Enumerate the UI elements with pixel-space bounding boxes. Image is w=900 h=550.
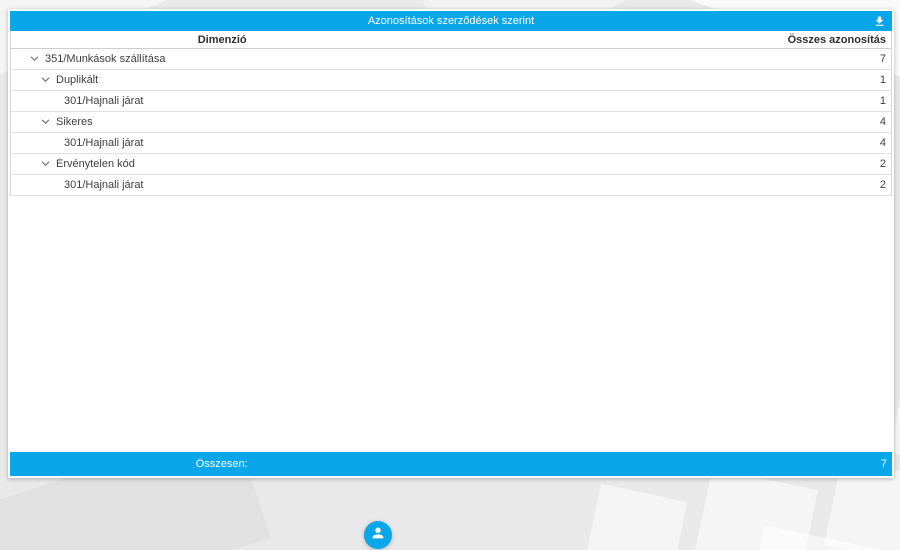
row-label: Érvénytelen kód [50, 158, 135, 170]
chevron-down-icon[interactable] [29, 54, 39, 64]
panel-empty-area [10, 196, 892, 452]
row-label: 301/Hajnali járat [11, 95, 144, 107]
row-label: Duplikált [50, 74, 98, 86]
report-title: Azonosítások szerződések szerint [368, 15, 534, 27]
row-value: 1 [433, 95, 891, 107]
report-panel: Azonosítások szerződések szerint Dimenzi… [8, 9, 894, 478]
tree-table: Dimenzió Összes azonosítás 351/Munkások … [10, 31, 892, 196]
footer-total-value: 7 [433, 458, 892, 470]
table-row[interactable]: 351/Munkások szállítása 7 [11, 49, 891, 70]
column-header-dimension: Dimenzió [11, 34, 433, 46]
table-row: 301/Hajnali járat 1 [11, 91, 891, 112]
chevron-down-icon[interactable] [40, 117, 50, 127]
table-row: 301/Hajnali járat 4 [11, 133, 891, 154]
row-value: 2 [433, 158, 891, 170]
row-label: 301/Hajnali járat [11, 179, 144, 191]
footer-total-label: Összesen: [10, 458, 433, 470]
row-value: 2 [433, 179, 891, 191]
table-row[interactable]: Sikeres 4 [11, 112, 891, 133]
column-header-total: Összes azonosítás [433, 34, 891, 46]
table-row[interactable]: Duplikált 1 [11, 70, 891, 91]
row-label: 301/Hajnali járat [11, 137, 144, 149]
row-value: 1 [433, 74, 891, 86]
download-button[interactable] [871, 14, 887, 29]
chevron-down-icon[interactable] [40, 75, 50, 85]
table-row[interactable]: Érvénytelen kód 2 [11, 154, 891, 175]
row-value: 4 [433, 137, 891, 149]
row-label: Sikeres [50, 116, 93, 128]
row-value: 7 [433, 53, 891, 65]
report-title-bar: Azonosítások szerződések szerint [10, 11, 892, 31]
background-map-block [585, 484, 688, 550]
table-row: 301/Hajnali járat 2 [11, 175, 891, 196]
user-button[interactable] [364, 521, 392, 549]
user-icon [370, 525, 386, 546]
table-footer-bar: Összesen: 7 [10, 452, 892, 476]
chevron-down-icon[interactable] [40, 159, 50, 169]
table-header-row: Dimenzió Összes azonosítás [11, 31, 891, 49]
row-label: 351/Munkások szállítása [39, 53, 165, 65]
row-value: 4 [433, 116, 891, 128]
download-icon [873, 15, 886, 28]
